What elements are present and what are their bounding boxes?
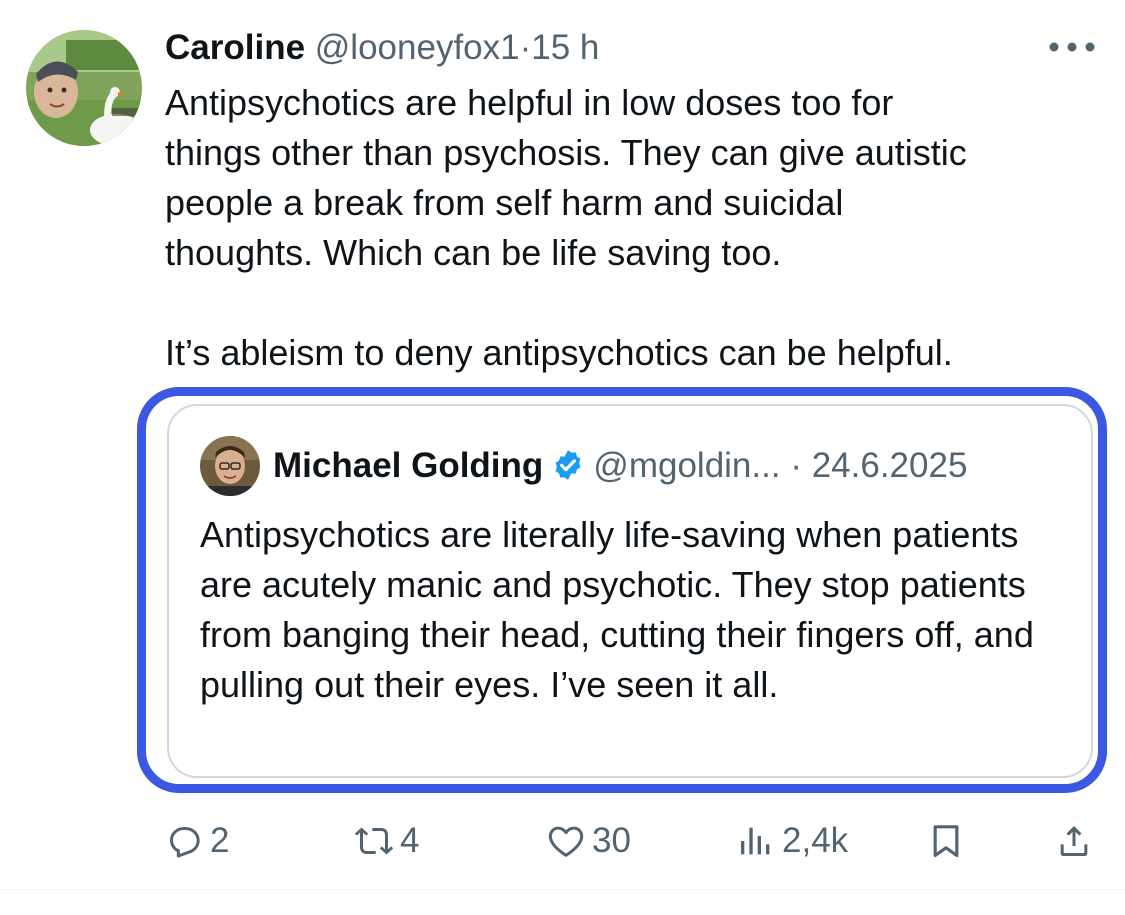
separator-dot: ·: [519, 28, 532, 67]
bookmark-icon: [933, 825, 959, 858]
repost-icon: [354, 827, 394, 855]
action-bar: 2 4 30 2,4k: [0, 816, 1125, 866]
reply-count: 2: [210, 821, 230, 860]
views-button[interactable]: 2,4k: [736, 816, 848, 866]
author-name[interactable]: Caroline: [165, 28, 305, 67]
quoted-date[interactable]: 24.6.2025: [812, 446, 968, 485]
tweet-text: Antipsychotics are helpful in low doses …: [165, 82, 967, 373]
separator-dot: ·: [790, 446, 802, 485]
quoted-tweet-text: Antipsychotics are literally life-saving…: [200, 514, 1034, 705]
quoted-author-name[interactable]: Michael Golding: [273, 446, 543, 485]
view-count: 2,4k: [782, 821, 849, 860]
like-count: 30: [592, 821, 631, 860]
quoted-author-avatar[interactable]: [200, 436, 260, 496]
tweet-header: Caroline @looneyfox1·15 h: [165, 26, 599, 70]
more-options-button[interactable]: [1044, 32, 1100, 62]
timestamp[interactable]: 15 h: [531, 28, 599, 67]
tweet[interactable]: Caroline @looneyfox1·15 h Antipsychotics…: [0, 0, 1125, 915]
bookmark-button[interactable]: [926, 816, 966, 866]
divider: [0, 889, 1125, 890]
like-button[interactable]: 30: [546, 816, 631, 866]
like-icon: [548, 826, 584, 857]
share-button[interactable]: [1054, 816, 1094, 866]
quoted-author-handle[interactable]: @mgoldin...: [593, 446, 780, 485]
repost-count: 4: [400, 821, 420, 860]
more-horizontal-icon: [1049, 42, 1095, 52]
author-handle[interactable]: @looneyfox1: [315, 28, 520, 67]
reply-button[interactable]: 2: [164, 816, 229, 866]
repost-button[interactable]: 4: [354, 816, 419, 866]
quoted-tweet-header: Michael Golding @mgoldin... · 24.6.2025: [273, 444, 967, 488]
reply-icon: [170, 827, 200, 858]
views-icon: [741, 827, 770, 855]
author-avatar[interactable]: [26, 30, 142, 146]
verified-badge-icon: [555, 450, 581, 480]
quoted-tweet[interactable]: Michael Golding @mgoldin... · 24.6.2025 …: [167, 404, 1093, 778]
share-icon: [1060, 826, 1088, 856]
